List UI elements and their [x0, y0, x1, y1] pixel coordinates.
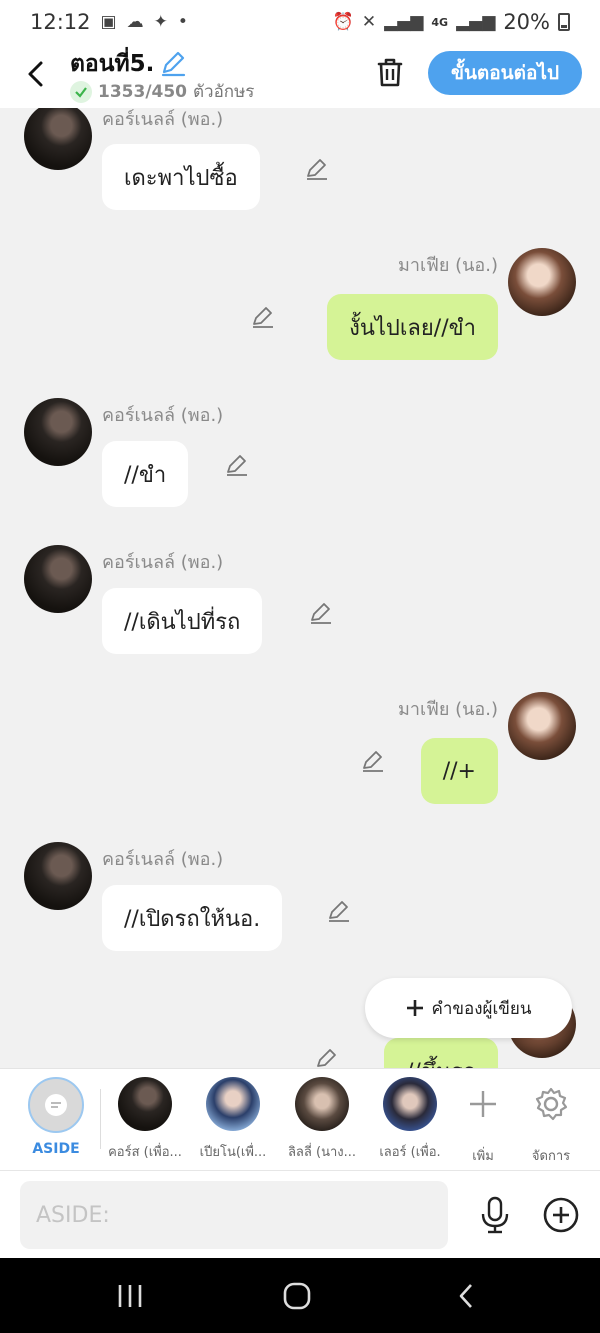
- aside-label: ASIDE: [32, 1141, 80, 1157]
- message-bubble[interactable]: เดะพาไปซื้อ: [102, 144, 260, 210]
- message-bubble[interactable]: //ขึ้นรถ: [383, 1038, 498, 1068]
- character-3[interactable]: ลิลลี่ (นาง...: [281, 1077, 363, 1162]
- edit-message-icon[interactable]: [250, 304, 276, 330]
- next-step-button[interactable]: ขั้นตอนต่อไป: [428, 51, 582, 95]
- aside-selector[interactable]: ASIDE: [15, 1077, 97, 1157]
- character-avatar: [118, 1077, 172, 1131]
- edit-message-icon[interactable]: [314, 1046, 340, 1068]
- manage-characters-button[interactable]: จัดการ: [511, 1077, 591, 1166]
- character-label: เปียโน(เพื่...: [199, 1145, 267, 1160]
- character-avatar: [206, 1077, 260, 1131]
- edit-message-icon[interactable]: [326, 898, 352, 924]
- speaker-name: มาเฟีย (นอ.): [397, 255, 498, 276]
- network-label: 4G: [431, 15, 449, 29]
- gear-icon: [535, 1087, 568, 1121]
- microphone-icon[interactable]: [478, 1195, 512, 1235]
- back-button[interactable]: [20, 54, 52, 94]
- plus-icon: [407, 1000, 424, 1016]
- speaker-name: คอร์เนลล์ (พอ.): [102, 405, 224, 426]
- edit-message-icon[interactable]: [304, 156, 330, 182]
- cloud-icon: ☁: [126, 12, 144, 32]
- speaker-name: คอร์เนลล์ (พอ.): [102, 552, 224, 573]
- back-icon: [459, 1284, 472, 1308]
- battery-percent: 20%: [503, 10, 550, 34]
- character-2[interactable]: เปียโน(เพื่...: [192, 1077, 274, 1162]
- speaker-name: มาเฟีย (นอ.): [397, 699, 498, 720]
- avatar[interactable]: [24, 545, 92, 613]
- character-label: คอร์ส (เพื่อ...: [108, 1145, 182, 1160]
- system-back-button[interactable]: [446, 1276, 486, 1316]
- avatar[interactable]: [24, 108, 92, 170]
- message-bubble[interactable]: //เดินไปที่รถ: [102, 588, 263, 654]
- character-4[interactable]: เลอร์ (เพื่อ.: [369, 1077, 451, 1162]
- character-label: ลิลลี่ (นาง...: [287, 1145, 357, 1160]
- author-note-button[interactable]: คำของผู้เขียน: [365, 978, 572, 1038]
- edit-message-icon[interactable]: [308, 600, 334, 626]
- home-icon: [283, 1282, 311, 1310]
- avatar[interactable]: [24, 398, 92, 466]
- aside-chat-icon: [28, 1077, 84, 1133]
- author-note-label: คำของผู้เขียน: [431, 998, 532, 1019]
- character-count-row: 1353/450 ตัวอักษร: [70, 78, 254, 105]
- message-bubble[interactable]: งั้นไปเลย//ขำ: [327, 294, 498, 360]
- message-bubble[interactable]: //+: [420, 738, 498, 804]
- edit-title-icon[interactable]: [158, 48, 188, 78]
- status-time: 12:12: [30, 10, 91, 34]
- plus-icon: [470, 1091, 496, 1117]
- avatar[interactable]: [24, 842, 92, 910]
- recents-icon: [118, 1285, 142, 1307]
- home-button[interactable]: [277, 1276, 317, 1316]
- edit-message-icon[interactable]: [224, 452, 250, 478]
- alarm-icon: ⏰: [332, 12, 354, 32]
- status-bar: 12:12 ▣ ☁ ✦ • ⏰ ✕ ▂▄▆ 4G ▂▄▆ 20%: [0, 0, 600, 44]
- chevron-left-icon: [28, 61, 43, 87]
- add-attachment-icon[interactable]: [542, 1196, 580, 1234]
- avatar[interactable]: [508, 692, 576, 760]
- manage-label: จัดการ: [531, 1149, 571, 1164]
- signal-icon-2: ▂▄▆: [456, 12, 496, 32]
- battery-icon: [558, 13, 570, 31]
- divider: [100, 1089, 101, 1149]
- character-bar: ASIDE คอร์ส (เพื่อ... เปียโน(เพื่... ลิล…: [0, 1068, 600, 1170]
- character-avatar: [295, 1077, 349, 1131]
- dot-icon: •: [177, 12, 188, 32]
- message-bubble[interactable]: //เปิดรถให้นอ.: [102, 885, 283, 951]
- character-1[interactable]: คอร์ส (เพื่อ...: [104, 1077, 186, 1162]
- mute-icon: ✕: [361, 12, 377, 32]
- input-bar: [0, 1170, 600, 1258]
- character-unit: ตัวอักษร: [193, 82, 255, 102]
- system-nav-bar: [0, 1258, 600, 1333]
- chat-area[interactable]: คอร์เนลล์ (พอ.) เดะพาไปซื้อ มาเฟีย (นอ.)…: [0, 108, 600, 1068]
- edit-message-icon[interactable]: [360, 748, 386, 774]
- speaker-name: คอร์เนลล์ (พอ.): [102, 849, 224, 870]
- character-avatar: [383, 1077, 437, 1131]
- editor-header: ตอนที่5. 1353/450 ตัวอักษร ขั้นตอนต่อไป: [0, 44, 600, 108]
- avatar[interactable]: [508, 248, 576, 316]
- message-bubble[interactable]: //ขำ: [102, 441, 189, 507]
- speaker-name: คอร์เนลล์ (พอ.): [102, 109, 224, 130]
- android-icon: ✦: [153, 12, 168, 32]
- signal-icon: ▂▄▆: [384, 12, 424, 32]
- character-label: เลอร์ (เพื่อ.: [379, 1145, 441, 1160]
- check-icon: [70, 80, 92, 103]
- episode-title: ตอนที่5.: [70, 51, 155, 77]
- gallery-icon: ▣: [100, 12, 117, 32]
- recent-apps-button[interactable]: [110, 1276, 150, 1316]
- character-count: 1353/450: [98, 81, 188, 102]
- trash-icon[interactable]: [372, 54, 408, 90]
- message-input[interactable]: [20, 1181, 448, 1249]
